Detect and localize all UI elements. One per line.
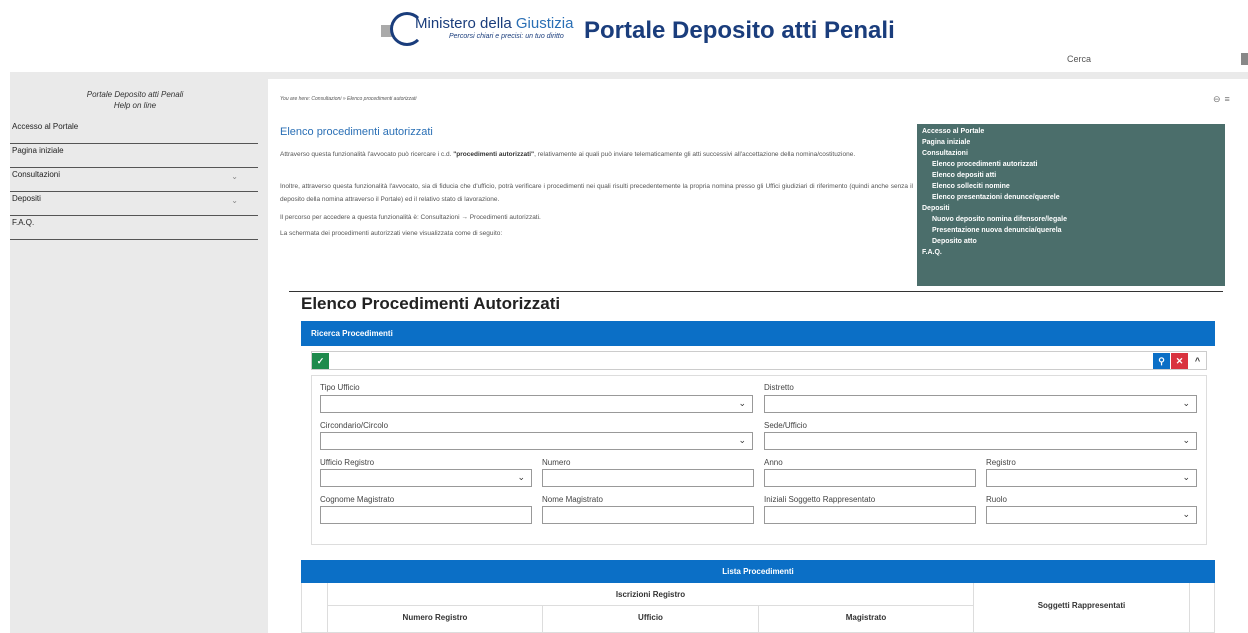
distretto-select[interactable]: ⌄ xyxy=(764,395,1197,413)
sidebar-item-faq[interactable]: F.A.Q. xyxy=(10,216,258,240)
logo-tagline: Percorsi chiari e precisi: un tuo diritt… xyxy=(449,33,564,40)
toc-item[interactable]: Elenco procedimenti autorizzati xyxy=(922,159,1220,170)
tipo-ufficio-select[interactable]: ⌄ xyxy=(320,395,753,413)
column-header-numero[interactable]: Numero Registro xyxy=(328,606,543,633)
print-icon[interactable]: ⊖ xyxy=(1213,94,1221,104)
chevron-up-icon[interactable]: ^ xyxy=(1189,353,1206,369)
toc-item[interactable]: Deposito atto xyxy=(922,236,1220,247)
toc-box: Accesso al Portale Pagina iniziale Consu… xyxy=(917,124,1225,286)
search-link[interactable]: Cerca xyxy=(1067,54,1091,64)
chevron-down-icon: ⌄ xyxy=(1182,435,1190,445)
sidebar-item-consultazioni[interactable]: Consultazioni ⌄ xyxy=(10,168,258,192)
search-toolbar xyxy=(311,351,1207,370)
portal-title: Portale Deposito atti Penali xyxy=(584,17,895,44)
paragraph-screen: La schermata dei procedimenti autorizzat… xyxy=(280,230,503,237)
table-cell-blank xyxy=(301,583,328,633)
label-anno: Anno xyxy=(764,458,783,467)
top-divider xyxy=(10,72,1248,79)
paragraph-path: Il percorso per accedere a questa funzio… xyxy=(280,214,541,221)
label-numero: Numero xyxy=(542,458,571,467)
toc-item[interactable]: Presentazione nuova denuncia/querela xyxy=(922,225,1220,236)
label-cognome: Cognome Magistrato xyxy=(320,495,395,504)
registro-select[interactable]: ⌄ xyxy=(986,469,1197,487)
page-tools: ⊖ ≡ xyxy=(1209,94,1230,105)
chevron-down-icon: ⌄ xyxy=(517,472,525,482)
toc-item[interactable]: Depositi xyxy=(922,203,1220,214)
breadcrumb: You are here: Consultazioni » Elenco pro… xyxy=(280,96,417,102)
label-sede: Sede/Ufficio xyxy=(764,421,807,430)
list-header: Lista Procedimenti xyxy=(301,560,1215,583)
toc-item[interactable]: Consultazioni xyxy=(922,148,1220,159)
column-header-ufficio[interactable]: Ufficio xyxy=(543,606,759,633)
screenshot-divider xyxy=(289,291,1223,292)
chevron-down-icon: ⌄ xyxy=(738,398,746,408)
sidebar-item-pagina-iniziale[interactable]: Pagina iniziale xyxy=(10,144,258,168)
sidebar-title: Portale Deposito atti Penali Help on lin… xyxy=(86,90,184,110)
nome-input[interactable] xyxy=(542,506,754,524)
chevron-down-icon: ⌄ xyxy=(1182,472,1190,482)
paragraph-intro: Attraverso questa funzionalità l'avvocat… xyxy=(280,151,856,158)
logo-text: Ministero della Giustizia xyxy=(415,15,574,32)
toc-item[interactable]: Elenco presentazioni denunce/querele xyxy=(922,192,1220,203)
toc-item[interactable]: Accesso al Portale xyxy=(922,126,1220,137)
label-nome: Nome Magistrato xyxy=(542,495,603,504)
table-group-header: Iscrizioni Registro xyxy=(328,583,974,606)
ufficio-registro-select[interactable]: ⌄ xyxy=(320,469,532,487)
close-icon[interactable]: ✕ xyxy=(1171,353,1188,369)
toc-item[interactable]: F.A.Q. xyxy=(922,247,1220,258)
header: Ministero della Giustizia Percorsi chiar… xyxy=(0,0,1248,72)
anno-input[interactable] xyxy=(764,469,976,487)
label-tipo-ufficio: Tipo Ufficio xyxy=(320,383,360,392)
toc-item[interactable]: Nuovo deposito nomina difensore/legale xyxy=(922,214,1220,225)
column-header-soggetti[interactable]: Soggetti Rappresentati xyxy=(974,583,1190,633)
sede-select[interactable]: ⌄ xyxy=(764,432,1197,450)
paragraph-detail: Inoltre, attraverso questa funzionalità … xyxy=(280,183,913,203)
toc-item[interactable]: Elenco solleciti nomine xyxy=(922,181,1220,192)
label-registro: Registro xyxy=(986,458,1016,467)
check-icon[interactable]: ✓ xyxy=(312,353,329,369)
iniziali-input[interactable] xyxy=(764,506,976,524)
label-distretto: Distretto xyxy=(764,383,794,392)
chevron-down-icon: ⌄ xyxy=(738,435,746,445)
chevron-down-icon: ⌄ xyxy=(231,196,238,205)
ministry-logo[interactable]: Ministero della Giustizia Percorsi chiar… xyxy=(381,10,573,50)
label-iniziali: Iniziali Soggetto Rappresentato xyxy=(764,495,876,504)
cognome-input[interactable] xyxy=(320,506,532,524)
search-icon[interactable]: ⚲ xyxy=(1153,353,1170,369)
scrollbar-handle[interactable] xyxy=(1241,53,1248,65)
toc-item[interactable]: Pagina iniziale xyxy=(922,137,1220,148)
label-ufficio-registro: Ufficio Registro xyxy=(320,458,375,467)
screenshot-title: Elenco Procedimenti Autorizzati xyxy=(301,294,561,313)
circondario-select[interactable]: ⌄ xyxy=(320,432,753,450)
chevron-down-icon: ⌄ xyxy=(1182,398,1190,408)
ruolo-select[interactable]: ⌄ xyxy=(986,506,1197,524)
page-title: Elenco procedimenti autorizzati xyxy=(280,126,433,138)
chevron-down-icon: ⌄ xyxy=(1182,509,1190,519)
sidebar-item-accesso[interactable]: Accesso al Portale xyxy=(10,120,258,144)
toc-item[interactable]: Elenco depositi atti xyxy=(922,170,1220,181)
search-panel-header: Ricerca Procedimenti xyxy=(301,321,1215,346)
label-circondario: Circondario/Circolo xyxy=(320,421,389,430)
numero-input[interactable] xyxy=(542,469,754,487)
column-header-magistrato[interactable]: Magistrato xyxy=(759,606,974,633)
label-ruolo: Ruolo xyxy=(986,495,1007,504)
chevron-down-icon: ⌄ xyxy=(231,172,238,181)
sidebar-item-depositi[interactable]: Depositi ⌄ xyxy=(10,192,258,216)
menu-icon[interactable]: ≡ xyxy=(1225,94,1230,104)
table-cell-blank xyxy=(1190,583,1215,633)
